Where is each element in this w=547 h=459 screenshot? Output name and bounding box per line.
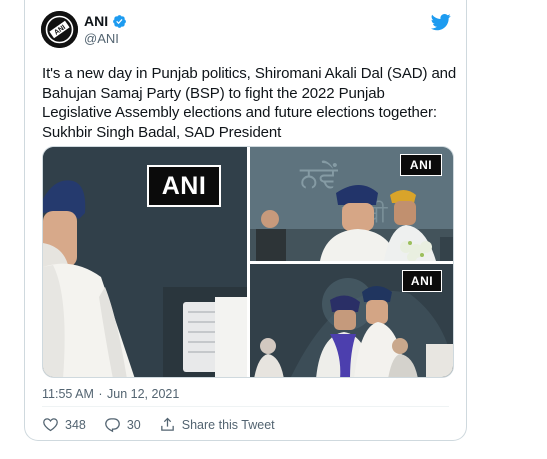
heart-icon [43,418,58,432]
tweet-time: 11:55 AM [42,387,94,401]
ani-watermark: ANI [147,165,221,207]
photo-bottom-right[interactable]: ANI [250,264,453,377]
reply-count: 30 [126,417,141,432]
separator-dot: · [98,387,103,401]
verified-badge-icon [113,14,127,28]
twitter-bird-icon[interactable] [430,12,452,32]
reply-button[interactable]: 30 [104,416,141,433]
like-button[interactable]: 348 [42,416,86,433]
photo-top-right[interactable]: ਨਵੇਂ ਸਾਥੀ ANI [250,147,453,261]
media-grid: ANI ਨਵੇਂ ਸਾਥੀ ANI [42,146,454,378]
divider [42,406,449,407]
share-upload-icon [160,417,174,431]
tweet-timestamp[interactable]: 11:55 AM · Jun 12, 2021 [42,387,179,401]
tweet-card[interactable]: ANI ANI @ANI It's a new day in Punjab po… [24,0,467,441]
reply-bubble-icon [104,418,120,433]
photo-left[interactable]: ANI [43,147,247,377]
ani-watermark: ANI [402,270,442,292]
tweet-text: It's a new day in Punjab politics, Shiro… [42,65,457,141]
tweet-date: Jun 12, 2021 [107,387,180,401]
svg-text:ਨਵੇਂ: ਨਵੇਂ [299,160,339,195]
avatar[interactable]: ANI [41,11,78,48]
like-count: 348 [65,417,86,432]
author-row: ANI [84,13,127,29]
action-bar: 348 30 Share this Tweet [42,416,293,433]
author-handle[interactable]: @ANI [84,31,119,46]
ani-logo-icon: ANI [41,11,78,48]
ani-watermark: ANI [400,154,442,176]
author-name[interactable]: ANI [84,13,108,29]
share-label: Share this Tweet [181,417,275,432]
share-button[interactable]: Share this Tweet [159,416,275,433]
